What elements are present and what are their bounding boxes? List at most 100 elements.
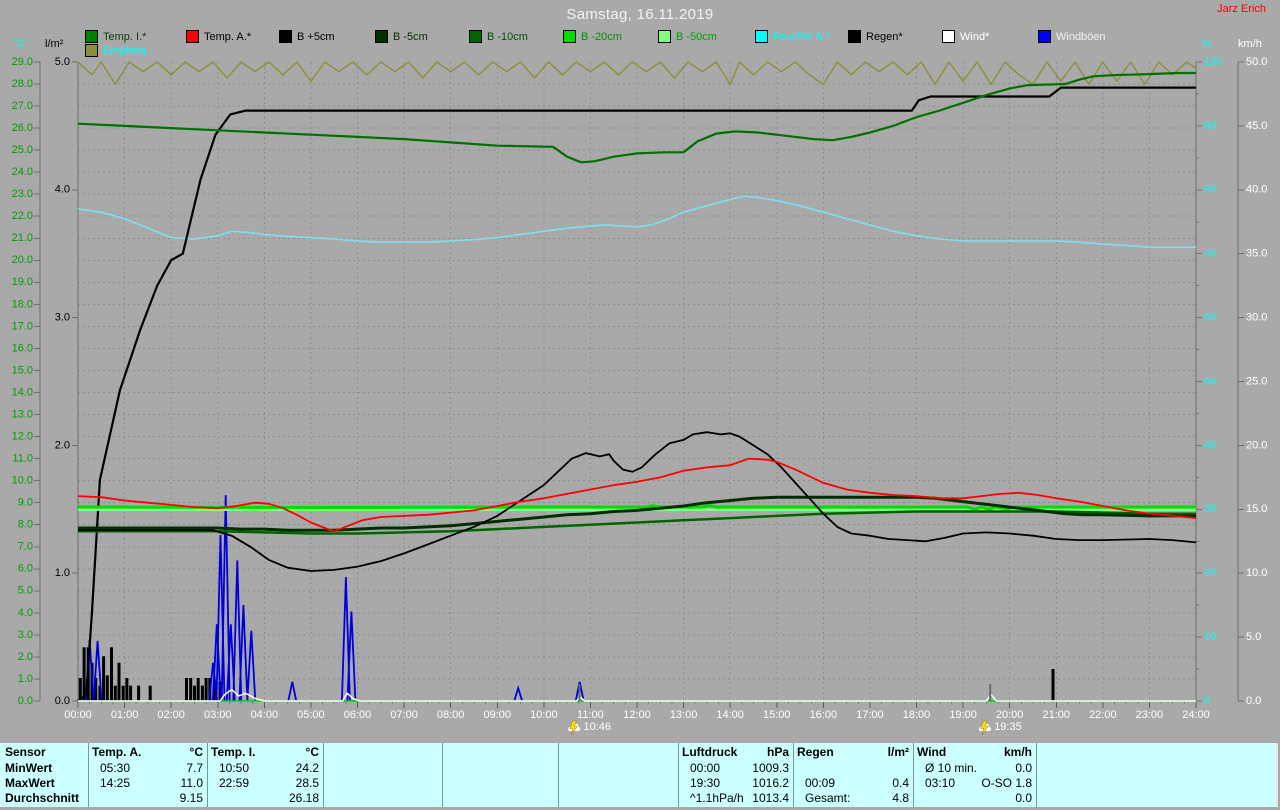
table-divider bbox=[207, 743, 208, 807]
weather-app-window: Samstag, 16.11.2019 Jarz Erich °C l/m² %… bbox=[0, 0, 1280, 810]
stats-cell: MaxWert bbox=[5, 776, 55, 790]
time-axis-tick-label: 08:00 bbox=[437, 709, 465, 721]
time-axis-tick-label: 15:00 bbox=[763, 709, 791, 721]
wind-gust-spike bbox=[247, 631, 255, 701]
humidity-axis-tick-label: 70 bbox=[1204, 248, 1216, 260]
stats-cell: hPa bbox=[682, 745, 789, 759]
wind-axis-tick-label: 35.0 bbox=[1246, 248, 1267, 260]
humidity-axis-tick-label: 100 bbox=[1204, 56, 1222, 68]
rain-bar bbox=[114, 686, 117, 701]
time-axis-tick-label: 09:00 bbox=[483, 709, 511, 721]
rain-bar bbox=[122, 686, 125, 701]
temp-axis-tick-label: 28.0 bbox=[12, 78, 33, 90]
temp-axis-tick-label: 6.0 bbox=[18, 563, 33, 575]
time-axis-tick-label: 21:00 bbox=[1042, 709, 1070, 721]
temp-axis-tick-label: 23.0 bbox=[12, 188, 33, 200]
rain-bar bbox=[129, 686, 132, 701]
temp-axis-tick-label: 20.0 bbox=[12, 254, 33, 266]
wind-axis-tick-label: 30.0 bbox=[1246, 312, 1267, 324]
time-axis-tick-label: 22:00 bbox=[1089, 709, 1117, 721]
humidity-axis-tick-label: 0 bbox=[1204, 695, 1210, 707]
humidity-axis-tick-label: 80 bbox=[1204, 184, 1216, 196]
stats-cell: 1013.4 bbox=[682, 791, 789, 805]
stats-cell: 0.0 bbox=[917, 791, 1032, 805]
table-divider bbox=[1036, 743, 1037, 807]
wind-axis-tick-label: 20.0 bbox=[1246, 439, 1267, 451]
temp-axis-tick-label: 21.0 bbox=[12, 232, 33, 244]
time-axis-tick-label: 16:00 bbox=[810, 709, 838, 721]
rain-bar bbox=[1052, 669, 1055, 701]
rain-bar bbox=[149, 686, 152, 701]
rain-bar bbox=[83, 647, 86, 701]
temp-axis-tick-label: 15.0 bbox=[12, 364, 33, 376]
time-axis-tick-label: 13:00 bbox=[670, 709, 698, 721]
stats-cell: 4.8 bbox=[797, 791, 909, 805]
temp-axis-tick-label: 18.0 bbox=[12, 298, 33, 310]
wind-gust-spike bbox=[94, 641, 102, 701]
rain-bar bbox=[185, 678, 188, 701]
chart-canvas: 0.01.02.03.04.05.06.07.08.09.010.011.012… bbox=[0, 0, 1280, 742]
humidity-axis-tick-label: 90 bbox=[1204, 120, 1216, 132]
time-axis-tick-label: 12:00 bbox=[623, 709, 651, 721]
humidity-axis-tick-label: 40 bbox=[1204, 439, 1216, 451]
rain-axis-tick-label: 0.0 bbox=[55, 695, 70, 707]
stats-cell: O-SO 1.8 bbox=[917, 776, 1032, 790]
rain-bar bbox=[106, 675, 109, 701]
rain-axis-tick-label: 3.0 bbox=[55, 312, 70, 324]
time-axis-tick-label: 05:00 bbox=[297, 709, 325, 721]
stats-cell: km/h bbox=[917, 745, 1032, 759]
rain-axis-tick-label: 1.0 bbox=[55, 567, 70, 579]
wind-gust-spike bbox=[239, 605, 247, 701]
wind-gust-spike bbox=[288, 682, 296, 701]
temp-axis-tick-label: 25.0 bbox=[12, 144, 33, 156]
time-axis-tick-label: 07:00 bbox=[390, 709, 418, 721]
stats-table: SensorMinWertMaxWertDurchschnittTemp. A.… bbox=[0, 743, 1278, 807]
temp-axis-tick-label: 16.0 bbox=[12, 342, 33, 354]
stats-cell: 26.18 bbox=[211, 791, 319, 805]
stats-cell: °C bbox=[211, 745, 319, 759]
temp-axis-tick-label: 3.0 bbox=[18, 629, 33, 641]
stats-cell: 0.4 bbox=[797, 776, 909, 790]
wind-axis-tick-label: 5.0 bbox=[1246, 631, 1261, 643]
stats-cell: 24.2 bbox=[211, 761, 319, 775]
time-axis-tick-label: 11:00 bbox=[577, 709, 604, 721]
temp-axis-tick-label: 7.0 bbox=[18, 541, 33, 553]
temp-axis-tick-label: 10.0 bbox=[12, 475, 33, 487]
rain-bar bbox=[125, 678, 128, 701]
temp-axis-tick-label: 24.0 bbox=[12, 166, 33, 178]
time-axis-tick-label: 17:00 bbox=[856, 709, 884, 721]
humidity-axis-tick-label: 30 bbox=[1204, 503, 1216, 515]
temp-axis-tick-label: 19.0 bbox=[12, 276, 33, 288]
temp-axis-tick-label: 17.0 bbox=[12, 320, 33, 332]
stats-cell: 0.0 bbox=[917, 761, 1032, 775]
stats-cell: Sensor bbox=[5, 745, 46, 759]
wind-axis-tick-label: 0.0 bbox=[1246, 695, 1261, 707]
time-axis-tick-label: 10:00 bbox=[530, 709, 558, 721]
temp-axis-tick-label: 14.0 bbox=[12, 386, 33, 398]
table-divider bbox=[88, 743, 89, 807]
wind-axis-tick-label: 40.0 bbox=[1246, 184, 1267, 196]
wind-axis-tick-label: 15.0 bbox=[1246, 503, 1267, 515]
stats-cell: 11.0 bbox=[92, 776, 203, 790]
temp-axis-tick-label: 4.0 bbox=[18, 607, 33, 619]
time-axis-tick-label: 02:00 bbox=[157, 709, 185, 721]
temp-axis-tick-label: 1.0 bbox=[18, 673, 33, 685]
wind-axis-tick-label: 45.0 bbox=[1246, 120, 1267, 132]
temp-axis-tick-label: 13.0 bbox=[12, 409, 33, 421]
rain-bar bbox=[193, 686, 196, 701]
temp-axis-tick-label: 11.0 bbox=[12, 453, 33, 465]
wind-axis-tick-label: 50.0 bbox=[1246, 56, 1267, 68]
table-divider bbox=[323, 743, 324, 807]
rain-bar bbox=[197, 678, 200, 701]
temp-axis-tick-label: 9.0 bbox=[18, 497, 33, 509]
table-divider bbox=[913, 743, 914, 807]
wind-axis-tick-label: 25.0 bbox=[1246, 375, 1267, 387]
rain-bar bbox=[110, 647, 113, 701]
wind-axis-tick-label: 10.0 bbox=[1246, 567, 1267, 579]
event-marker-time: 10:46 bbox=[584, 721, 612, 733]
humidity-axis-tick-label: 20 bbox=[1204, 567, 1216, 579]
time-axis-tick-label: 19:00 bbox=[949, 709, 977, 721]
time-axis-tick-label: 00:00 bbox=[64, 709, 92, 721]
rain-axis-tick-label: 2.0 bbox=[55, 439, 70, 451]
temp-axis-tick-label: 2.0 bbox=[18, 651, 33, 663]
